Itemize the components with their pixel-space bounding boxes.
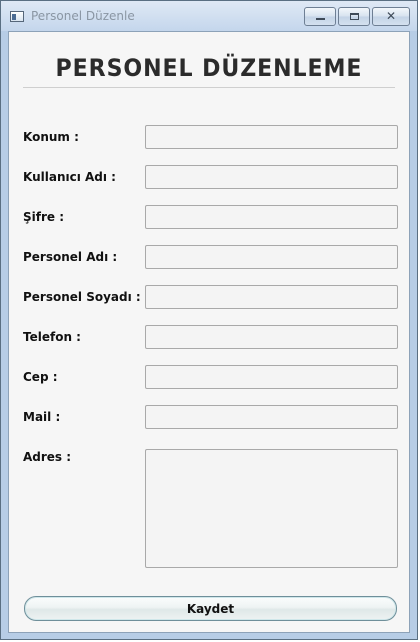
personel-soyadi-input[interactable] — [145, 285, 398, 309]
cep-label: Cep : — [23, 370, 58, 384]
minimize-icon — [316, 18, 325, 20]
telefon-label: Telefon : — [23, 330, 81, 344]
form-panel: PERSONEL DÜZENLEME Konum : Kullanıcı Adı… — [8, 31, 410, 633]
app-window-icon — [10, 11, 24, 22]
window-title: Personel Düzenle — [31, 9, 135, 23]
save-button[interactable]: Kaydet — [24, 596, 397, 621]
title-bar[interactable]: Personel Düzenle ✕ — [1, 1, 417, 31]
kullanici-adi-input[interactable] — [145, 165, 398, 189]
konum-label: Konum : — [23, 130, 79, 144]
page-title: PERSONEL DÜZENLEME — [55, 54, 363, 82]
kullanici-adi-label: Kullanıcı Adı : — [23, 170, 116, 184]
maximize-icon — [350, 13, 359, 20]
sifre-label: Şifre : — [23, 210, 65, 224]
title-divider — [23, 87, 395, 88]
close-icon: ✕ — [385, 9, 397, 23]
adres-textarea[interactable] — [145, 449, 398, 568]
mail-input[interactable] — [145, 405, 398, 429]
app-window: Personel Düzenle ✕ PERSONEL DÜZENLEME Ko… — [0, 0, 418, 640]
personel-adi-input[interactable] — [145, 245, 398, 269]
personel-soyadi-label: Personel Soyadı : — [23, 290, 141, 304]
cep-input[interactable] — [145, 365, 398, 389]
mail-label: Mail : — [23, 410, 61, 424]
telefon-input[interactable] — [145, 325, 398, 349]
personel-adi-label: Personel Adı : — [23, 250, 118, 264]
sifre-input[interactable] — [145, 205, 398, 229]
adres-label: Adres : — [23, 450, 72, 464]
minimize-button[interactable] — [304, 7, 336, 26]
window-controls: ✕ — [304, 7, 410, 26]
konum-input[interactable] — [145, 125, 398, 149]
maximize-button[interactable] — [338, 7, 370, 26]
close-button[interactable]: ✕ — [372, 7, 410, 26]
